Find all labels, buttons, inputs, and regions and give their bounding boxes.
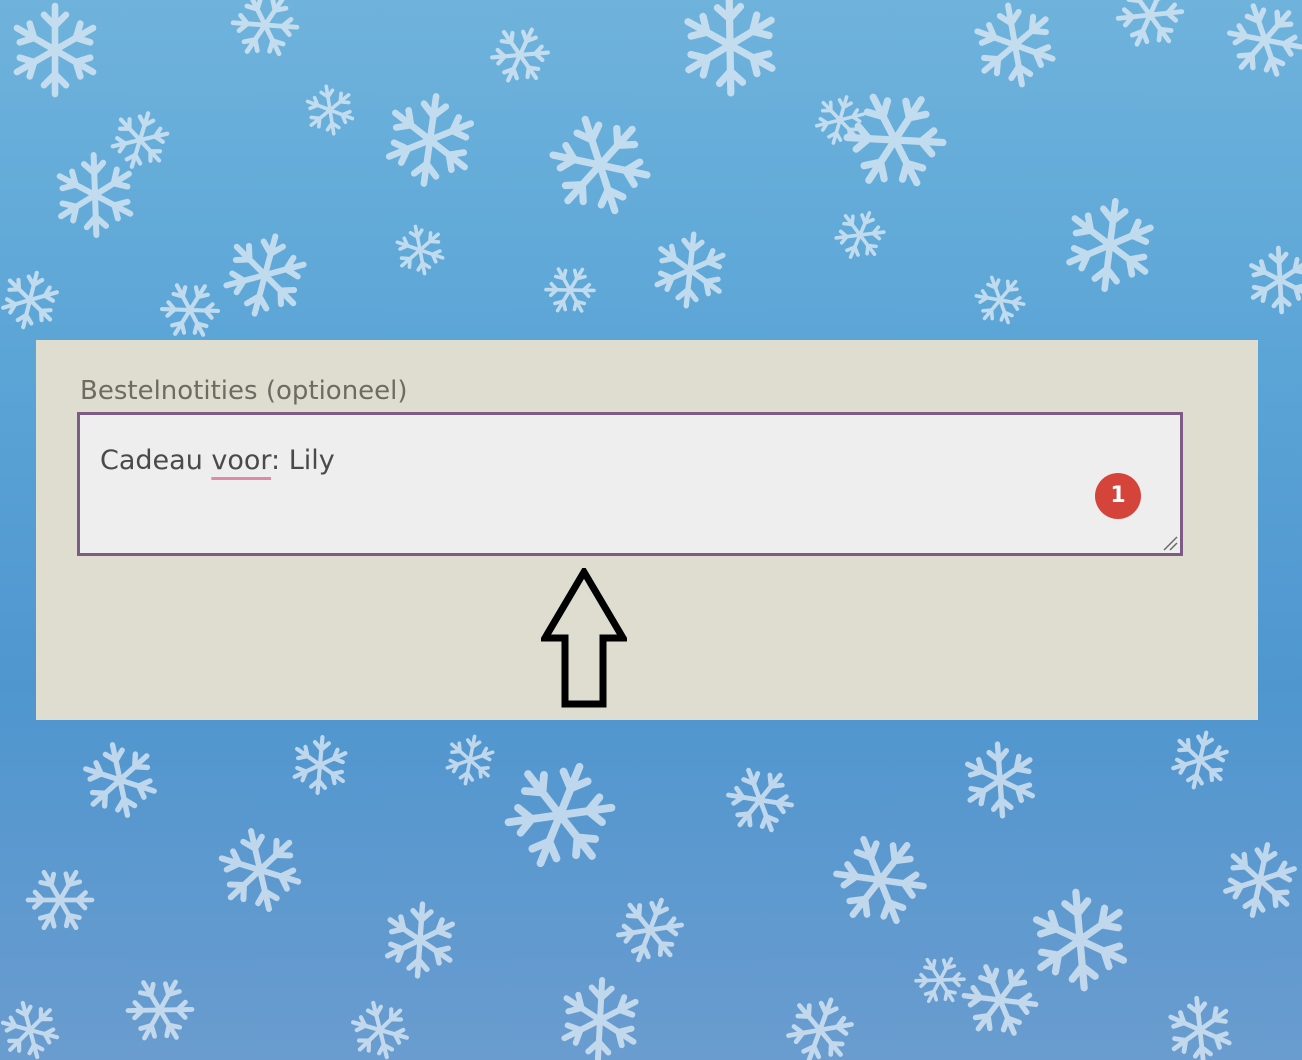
snowflake-icon	[962, 0, 1068, 97]
snowflake-icon	[499, 750, 621, 880]
order-notes-value: Cadeau voor: Lily	[100, 445, 335, 476]
snowflake-icon	[834, 77, 956, 203]
snowflake-icon	[343, 993, 417, 1060]
snowflake-icon	[109, 106, 172, 174]
snowflake-icon	[1158, 989, 1242, 1060]
snowflake-icon	[1238, 239, 1302, 320]
snowflake-icon	[953, 953, 1046, 1048]
snowflake-icon	[1222, 838, 1298, 921]
snowflake-icon	[537, 102, 663, 229]
snowflake-icon	[155, 273, 226, 346]
snowflake-icon	[667, 0, 792, 105]
snowflake-icon	[0, 267, 60, 333]
snowflake-icon	[0, 993, 67, 1060]
snowflake-icon	[1112, 0, 1189, 55]
snowflake-icon	[563, 978, 636, 1060]
up-arrow-icon	[541, 568, 627, 708]
snowflake-icon	[718, 758, 801, 843]
snowflake-icon	[72, 733, 167, 827]
snowflake-icon	[386, 902, 453, 978]
grammar-check-badge[interactable]: 1	[1095, 473, 1141, 519]
snowflake-icon	[207, 817, 313, 922]
order-notes-textarea[interactable]: Cadeau voor: Lily 1	[77, 412, 1183, 556]
snowflake-icon	[224, 0, 306, 67]
snowflake-icon	[829, 202, 891, 268]
snowflake-icon	[1017, 878, 1143, 1001]
snowflake-icon	[486, 19, 554, 90]
snowflake-icon	[17, 6, 93, 94]
snowflake-icon	[386, 216, 454, 284]
snowflake-icon	[293, 735, 346, 795]
snowflake-icon	[613, 890, 688, 970]
snowflake-icon	[386, 91, 474, 189]
snowflake-icon	[783, 990, 857, 1060]
order-notes-panel: Bestelnotities (optioneel) Cadeau voor: …	[36, 340, 1258, 720]
snowflake-icon	[1170, 727, 1230, 792]
order-notes-value-after: : Lily	[271, 445, 335, 476]
snowflake-icon	[823, 822, 937, 938]
snowflake-icon	[1067, 197, 1153, 294]
snowflake-icon	[20, 858, 100, 941]
snowflake-icon	[953, 734, 1048, 826]
order-notes-value-before: Cadeau	[100, 445, 212, 476]
snowflake-icon	[221, 227, 309, 322]
order-notes-label: Bestelnotities (optioneel)	[80, 376, 408, 406]
snowflake-icon	[1218, 0, 1302, 88]
resize-handle-icon[interactable]	[1160, 533, 1178, 551]
snowflake-icon	[966, 266, 1034, 334]
snowflake-icon	[43, 144, 148, 245]
snowflake-icon	[296, 76, 364, 144]
snowflake-icon	[908, 947, 972, 1013]
misspelled-word[interactable]: voor	[211, 445, 271, 476]
snowflake-icon	[655, 231, 724, 309]
snowflake-icon	[538, 256, 602, 324]
snowflake-icon	[120, 969, 199, 1052]
snowflake-icon	[443, 730, 497, 790]
